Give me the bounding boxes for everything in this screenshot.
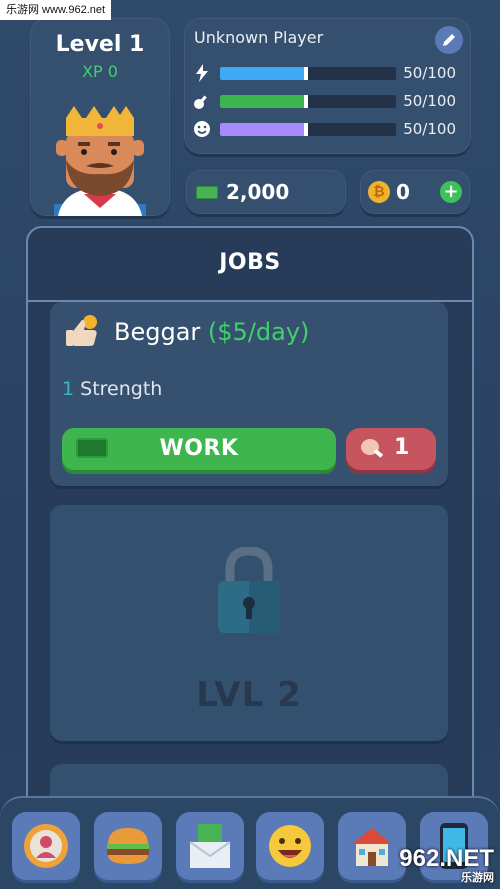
- watermark-top: 乐游网 www.962.net: [0, 0, 112, 20]
- level-title: Level 1: [55, 32, 145, 57]
- cash-card: 2,000: [186, 170, 346, 214]
- coin-card: ₿ 0 +: [360, 170, 470, 214]
- nav-fun-button[interactable]: [256, 812, 324, 880]
- jobs-header: JOBS: [28, 228, 472, 302]
- work-button[interactable]: WORK: [62, 428, 336, 470]
- food-count: 1: [394, 435, 410, 460]
- king-avatar-icon: [54, 106, 146, 216]
- locked-level-label: LVL 2: [196, 675, 302, 715]
- mail-money-icon: [189, 824, 231, 868]
- watermark-bottom: 962.NET 乐游网: [399, 845, 494, 885]
- energy-bar-fill: [220, 67, 308, 80]
- cash-icon: [196, 186, 218, 199]
- xp-text: XP 0: [82, 62, 118, 81]
- guitar-icon: [192, 91, 212, 111]
- nav-food-button[interactable]: [94, 812, 162, 880]
- bitcoin-icon: ₿: [368, 181, 390, 203]
- nav-profile-button[interactable]: [12, 812, 80, 880]
- fun-bar: [220, 95, 396, 108]
- fun-value: 50/100: [403, 92, 456, 110]
- energy-bar: [220, 67, 396, 80]
- job-title: Beggar ($5/day): [114, 318, 309, 346]
- watermark-main: 962.NET: [399, 845, 494, 872]
- happiness-bar-fill: [220, 123, 308, 136]
- profile-icon: [24, 824, 68, 868]
- stat-row-happiness: 50/100: [192, 118, 462, 140]
- happiness-bar: [220, 123, 396, 136]
- player-name: Unknown Player: [194, 28, 324, 47]
- requirement-label: Strength: [80, 378, 163, 400]
- house-icon: [352, 828, 392, 866]
- job-card-beggar: Beggar ($5/day) 1 Strength WORK 1: [50, 302, 448, 486]
- level-card: Level 1 XP 0: [30, 18, 170, 216]
- coin-value: 0: [396, 180, 410, 204]
- stat-row-fun: 50/100: [192, 90, 462, 112]
- stat-row-energy: 50/100: [192, 62, 462, 84]
- burger-icon: [107, 828, 149, 864]
- cash-value: 2,000: [226, 180, 290, 204]
- job-pay: ($5/day): [207, 318, 310, 346]
- energy-value: 50/100: [403, 64, 456, 82]
- lightning-icon: [192, 63, 212, 83]
- emoji-icon: [269, 825, 311, 867]
- jobs-title: JOBS: [219, 250, 281, 275]
- food-cost-button[interactable]: 1: [346, 428, 436, 470]
- pencil-icon: [443, 34, 455, 46]
- thumbs-up-coin-icon: [66, 315, 97, 346]
- padlock-icon: [218, 547, 280, 633]
- requirement-count: 1: [62, 378, 75, 400]
- fun-bar-fill: [220, 95, 308, 108]
- drumstick-icon: [361, 439, 384, 458]
- player-card: Unknown Player 50/100 50/100 50/100: [184, 18, 471, 154]
- work-label: WORK: [159, 436, 239, 461]
- edit-name-button[interactable]: [435, 26, 463, 54]
- nav-jobs-button[interactable]: [176, 812, 244, 880]
- job-requirement: 1 Strength: [62, 378, 162, 400]
- add-coins-button[interactable]: +: [440, 181, 462, 203]
- job-name: Beggar: [114, 318, 201, 346]
- smiley-icon: [192, 119, 212, 139]
- locked-job-card: LVL 2: [50, 505, 448, 741]
- happiness-value: 50/100: [403, 120, 456, 138]
- nav-home-button[interactable]: [338, 812, 406, 880]
